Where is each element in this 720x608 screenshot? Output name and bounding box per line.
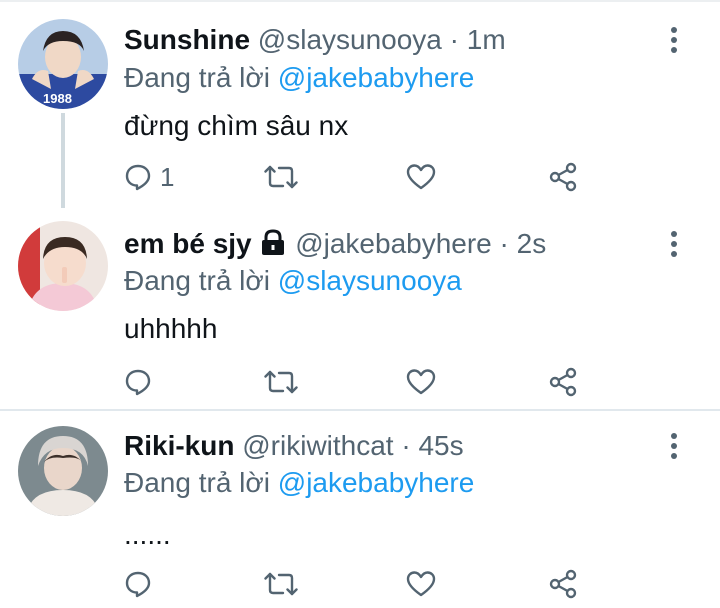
separator: · (499, 228, 509, 259)
reply-button[interactable]: 1 (124, 160, 174, 194)
heart-icon (406, 369, 436, 395)
mention-link[interactable]: @jakebabyhere (278, 62, 475, 93)
replying-to-label: Đang trả lời (124, 467, 270, 498)
more-options-button[interactable] (662, 229, 686, 259)
display-name[interactable]: Sunshine (124, 24, 250, 55)
replying-to: Đang trả lời @slaysunooya (124, 263, 462, 299)
reply-count: 1 (160, 161, 175, 192)
tweet-header: em bé sjy @jakebabyhere · 2s (124, 224, 546, 264)
reply-button[interactable] (124, 365, 160, 399)
separator: · (449, 24, 459, 55)
tweet-3[interactable]: Riki-kun @rikiwithcat · 45s Đang trả lời… (0, 411, 720, 608)
share-icon (549, 162, 577, 192)
like-button[interactable] (406, 160, 436, 194)
avatar[interactable] (18, 221, 108, 311)
replying-to-label: Đang trả lời (124, 62, 270, 93)
avatar[interactable]: 1988 (18, 19, 108, 109)
handle[interactable]: @slaysunooya (258, 24, 442, 55)
like-button[interactable] (406, 365, 436, 399)
share-icon (549, 569, 577, 599)
more-options-button[interactable] (662, 431, 686, 461)
reply-button[interactable] (124, 567, 160, 601)
display-name[interactable]: Riki-kun (124, 430, 234, 461)
replying-to-label: Đang trả lời (124, 265, 270, 296)
display-name[interactable]: em bé sjy (124, 228, 252, 259)
retweet-button[interactable] (264, 160, 298, 194)
timestamp[interactable]: 45s (418, 430, 463, 461)
more-vertical-icon (671, 231, 677, 257)
share-button[interactable] (548, 567, 578, 601)
tweet-text: ...... (124, 519, 171, 550)
share-button[interactable] (548, 160, 578, 194)
retweet-icon (264, 165, 298, 189)
tweet-2[interactable]: em bé sjy @jakebabyhere · 2s Đang trả lờ… (0, 205, 720, 410)
retweet-button[interactable] (264, 365, 298, 399)
mention-link[interactable]: @slaysunooya (278, 265, 462, 296)
mention-link[interactable]: @jakebabyhere (278, 467, 475, 498)
tweet-text: uhhhhh (124, 313, 218, 344)
reply-bubble-icon (125, 571, 151, 598)
avatar[interactable] (18, 426, 108, 516)
retweet-icon (264, 370, 298, 394)
tweet-header: Sunshine @slaysunooya · 1m (124, 20, 506, 60)
like-button[interactable] (406, 567, 436, 601)
more-vertical-icon (671, 433, 677, 459)
share-button[interactable] (548, 365, 578, 399)
reply-bubble-icon (125, 164, 151, 191)
tweet-text: đừng chìm sâu nx (124, 110, 349, 141)
handle[interactable]: @jakebabyhere (295, 228, 492, 259)
tweet-1[interactable]: 1988 Sunshine @slaysunooya · 1m Đang trả… (0, 0, 720, 208)
more-vertical-icon (671, 27, 677, 53)
reply-bubble-icon (125, 369, 151, 396)
thread-line (61, 113, 65, 208)
avatar-print-text: 1988 (43, 91, 72, 106)
retweet-icon (264, 572, 298, 596)
replying-to: Đang trả lời @jakebabyhere (124, 60, 474, 96)
share-icon (549, 367, 577, 397)
heart-icon (406, 571, 436, 597)
handle[interactable]: @rikiwithcat (242, 430, 393, 461)
heart-icon (406, 164, 436, 190)
timestamp[interactable]: 2s (517, 228, 547, 259)
retweet-button[interactable] (264, 567, 298, 601)
separator: · (401, 430, 411, 461)
lock-icon (262, 229, 285, 255)
more-options-button[interactable] (662, 25, 686, 55)
timestamp[interactable]: 1m (467, 24, 506, 55)
tweet-header: Riki-kun @rikiwithcat · 45s (124, 426, 464, 466)
replying-to: Đang trả lời @jakebabyhere (124, 465, 474, 501)
